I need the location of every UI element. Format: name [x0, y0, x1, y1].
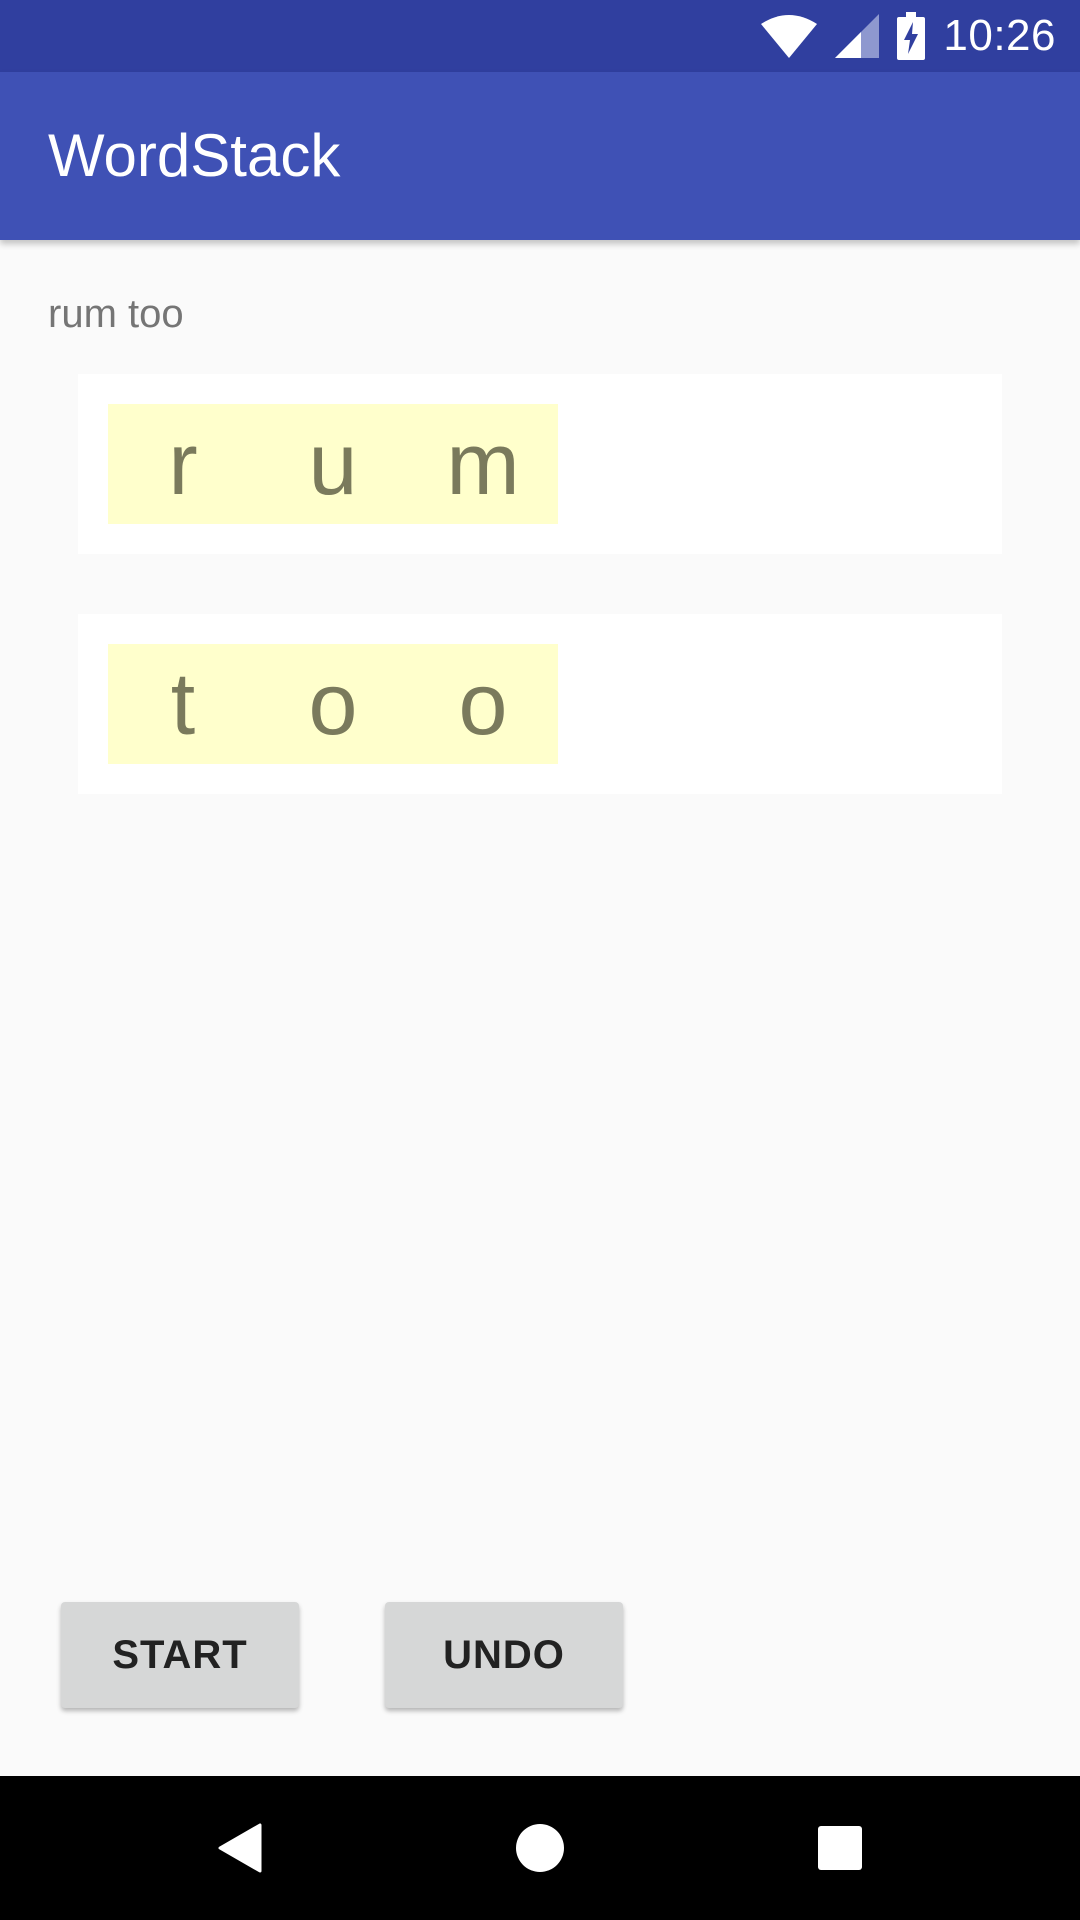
tile-stack-2[interactable]: t o o: [108, 644, 558, 764]
letter-tile[interactable]: o: [258, 644, 408, 764]
screen: 10:26 WordStack rum too r u m t o o STAR…: [0, 0, 1080, 1920]
app-bar: WordStack: [0, 72, 1080, 240]
recents-icon: [818, 1826, 862, 1870]
nav-recents-button[interactable]: [804, 1812, 876, 1884]
letter-tile[interactable]: o: [408, 644, 558, 764]
letter-tile[interactable]: m: [408, 404, 558, 524]
letter-tile[interactable]: r: [108, 404, 258, 524]
tile-stack-1[interactable]: r u m: [108, 404, 558, 524]
battery-charging-icon: [897, 12, 926, 60]
home-icon: [516, 1824, 564, 1872]
letter-tile[interactable]: t: [108, 644, 258, 764]
wifi-icon: [761, 15, 818, 58]
cellular-signal-icon: [835, 14, 880, 58]
start-button[interactable]: START: [61, 1602, 299, 1708]
main-content: rum too r u m t o o START UNDO: [0, 240, 1080, 1776]
undo-button[interactable]: UNDO: [385, 1602, 623, 1708]
app-title: WordStack: [48, 122, 341, 189]
letter-tile[interactable]: u: [258, 404, 408, 524]
nav-home-button[interactable]: [504, 1812, 576, 1884]
navigation-bar: [0, 1776, 1080, 1920]
word-display: rum too: [48, 292, 184, 336]
status-clock: 10:26: [943, 11, 1056, 60]
nav-back-button[interactable]: [204, 1812, 276, 1884]
back-icon: [218, 1823, 262, 1873]
word-stack-frame-1[interactable]: r u m: [78, 374, 1002, 554]
status-icons: 10:26: [761, 0, 1056, 72]
status-bar: 10:26: [0, 0, 1080, 72]
word-stack-frame-2[interactable]: t o o: [78, 614, 1002, 794]
